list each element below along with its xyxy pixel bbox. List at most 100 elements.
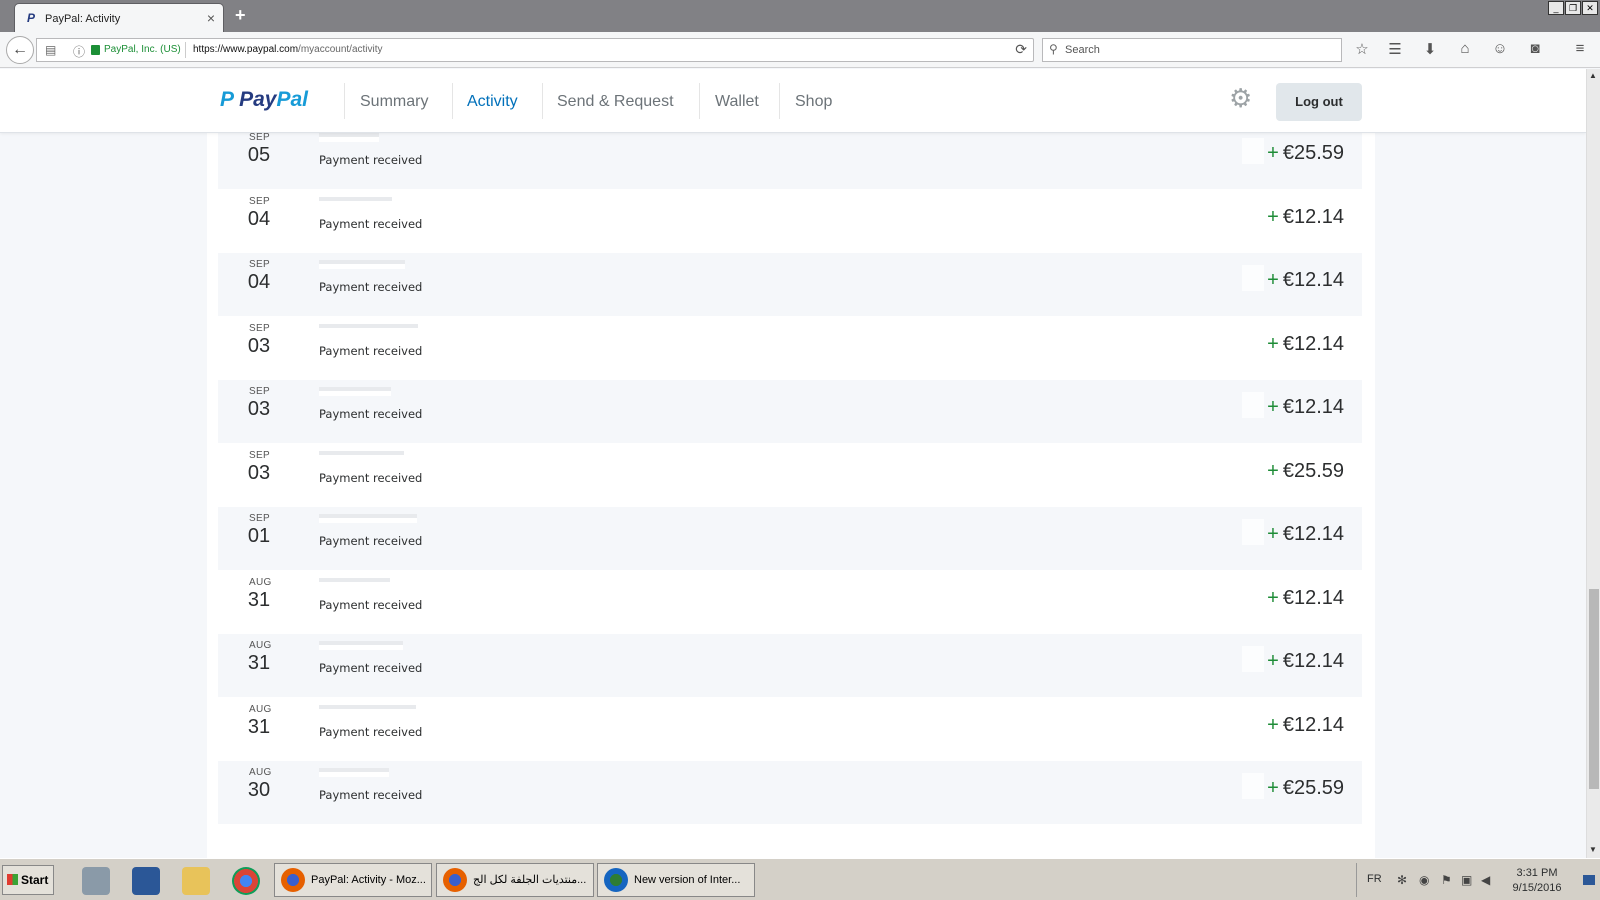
redacted-counterparty-name (319, 451, 404, 460)
transaction-type: Payment received (319, 598, 423, 612)
transaction-month: SEP (249, 450, 270, 461)
chrome-icon[interactable] (232, 867, 260, 895)
nav-divider (699, 83, 700, 119)
transaction-row[interactable]: AUG 31 Payment received + €12.14 (218, 571, 1362, 634)
start-button[interactable]: Start (2, 865, 54, 895)
redacted-counterparty-name (319, 705, 416, 714)
menu-icon[interactable]: ≡ (1570, 40, 1590, 57)
scrollbar-thumb[interactable] (1589, 589, 1599, 789)
transaction-month: SEP (249, 386, 270, 397)
transaction-day: 05 (247, 144, 271, 166)
nav-send-request[interactable]: Send & Request (557, 93, 674, 111)
taskbar-window-idm[interactable]: New version of Inter... (597, 863, 755, 897)
transaction-day: 31 (247, 652, 271, 674)
plus-icon: + (1267, 777, 1279, 799)
minimize-button[interactable]: _ (1548, 1, 1564, 15)
transaction-type: Payment received (319, 534, 423, 548)
reading-list-icon[interactable]: ☰ (1385, 40, 1405, 58)
site-info-icon[interactable]: ⓘ (73, 43, 85, 60)
transaction-row[interactable]: AUG 31 Payment received + €12.14 (218, 634, 1362, 697)
windows-taskbar: Start PayPal: Activity - Moz... منتديات … (0, 858, 1600, 900)
nav-shop[interactable]: Shop (795, 93, 832, 111)
nav-summary[interactable]: Summary (360, 93, 428, 111)
transaction-row[interactable]: AUG 31 Payment received + €12.14 (218, 698, 1362, 761)
search-icon: ⚲ (1049, 42, 1058, 56)
server-manager-icon[interactable] (82, 867, 110, 895)
redaction-mask (1242, 773, 1264, 799)
settings-gear-icon[interactable]: ⚙ (1229, 83, 1252, 114)
transaction-type: Payment received (319, 217, 423, 231)
tab-title: PayPal: Activity (45, 13, 121, 25)
url-bar[interactable]: ▤ ⓘ PayPal, Inc. (US) https://www.paypal… (36, 38, 1034, 62)
amount-value: €12.14 (1282, 523, 1344, 545)
clock-date[interactable]: 9/15/2016 (1507, 882, 1567, 894)
home-icon[interactable]: ⌂ (1455, 40, 1475, 57)
amount-value: €25.59 (1282, 142, 1344, 164)
transaction-amount: + €12.14 (1267, 523, 1344, 546)
transaction-row[interactable]: SEP 01 Payment received + €12.14 (218, 507, 1362, 570)
sidebar-icon[interactable]: ▤ (45, 43, 56, 57)
redaction-mask (1242, 392, 1264, 418)
transaction-row[interactable]: AUG 30 Payment received + €25.59 (218, 761, 1362, 824)
transaction-day: 03 (247, 335, 271, 357)
restore-button[interactable]: ❐ (1565, 1, 1581, 15)
flag-tray-icon[interactable]: ⚑ (1441, 873, 1455, 887)
transaction-row[interactable]: SEP 03 Payment received + €12.14 (218, 317, 1362, 380)
new-tab-button[interactable]: + (235, 5, 246, 26)
scroll-down-icon[interactable]: ▼ (1589, 845, 1597, 854)
back-button[interactable]: ← (6, 36, 34, 64)
downloads-icon[interactable]: ⬇ (1420, 40, 1440, 58)
powershell-icon[interactable] (132, 867, 160, 895)
transaction-month: AUG (249, 704, 272, 715)
transaction-day: 31 (247, 589, 271, 611)
chat-icon[interactable]: ☺ (1490, 40, 1510, 57)
taskbar-window-firefox-paypal[interactable]: PayPal: Activity - Moz... (274, 863, 432, 897)
search-input[interactable]: ⚲ Search (1042, 38, 1342, 62)
nav-divider (542, 83, 543, 119)
transaction-amount: + €12.14 (1267, 269, 1344, 292)
redaction-mask (1242, 519, 1264, 545)
transaction-row[interactable]: SEP 03 Payment received + €25.59 (218, 444, 1362, 507)
paypal-logo[interactable]: P PayPal (220, 88, 308, 112)
show-desktop-icon[interactable] (1583, 875, 1595, 885)
explorer-folder-icon[interactable] (182, 867, 210, 895)
paypal-favicon-icon: P (27, 11, 36, 25)
system-tray: FR ✻ ◉ ⚑ ▣ ◀ 3:31 PM 9/15/2016 (1356, 863, 1598, 897)
plus-icon: + (1267, 714, 1279, 736)
nav-wallet[interactable]: Wallet (715, 93, 759, 111)
bookmark-star-icon[interactable]: ☆ (1352, 40, 1372, 58)
language-indicator[interactable]: FR (1367, 873, 1382, 885)
transaction-row[interactable]: SEP 04 Payment received + €12.14 (218, 190, 1362, 253)
nav-activity[interactable]: Activity (467, 93, 518, 111)
globe-tray-icon[interactable]: ◉ (1419, 873, 1433, 887)
transaction-amount: + €25.59 (1267, 460, 1344, 483)
transaction-row[interactable]: SEP 04 Payment received + €12.14 (218, 253, 1362, 316)
logout-button[interactable]: Log out (1276, 83, 1362, 121)
redaction-mask (1242, 138, 1264, 164)
browser-tab[interactable]: P PayPal: Activity × (14, 3, 224, 32)
url-text[interactable]: https://www.paypal.com/myaccount/activit… (193, 44, 383, 55)
nav-divider (344, 83, 345, 119)
browser-toolbar: ← ▤ ⓘ PayPal, Inc. (US) https://www.payp… (0, 32, 1600, 68)
transaction-row[interactable]: SEP 03 Payment received + €12.14 (218, 380, 1362, 443)
clock-time[interactable]: 3:31 PM (1507, 867, 1567, 879)
transaction-day: 03 (247, 462, 271, 484)
url-path: /myaccount/activity (298, 44, 383, 55)
close-window-button[interactable]: ✕ (1582, 1, 1598, 15)
transaction-month: SEP (249, 513, 270, 524)
volume-tray-icon[interactable]: ◀ (1481, 873, 1495, 887)
scroll-up-icon[interactable]: ▲ (1589, 71, 1597, 80)
close-tab-icon[interactable]: × (207, 10, 215, 26)
transaction-type: Payment received (319, 407, 423, 421)
taskbar-window-firefox-forum[interactable]: منتديات الجلفة لكل الج... (436, 863, 594, 897)
pocket-icon[interactable]: ◙ (1525, 40, 1545, 57)
gear-tray-icon[interactable]: ✻ (1397, 873, 1411, 887)
transaction-row[interactable]: SEP 05 Payment received + €25.59 (218, 126, 1362, 189)
transaction-type: Payment received (319, 280, 423, 294)
vertical-scrollbar[interactable]: ▲ ▼ (1586, 69, 1600, 858)
transaction-amount: + €12.14 (1267, 587, 1344, 610)
reload-icon[interactable]: ⟳ (1015, 41, 1027, 58)
plus-icon: + (1267, 333, 1279, 355)
plus-icon: + (1267, 523, 1279, 545)
network-tray-icon[interactable]: ▣ (1461, 873, 1475, 887)
